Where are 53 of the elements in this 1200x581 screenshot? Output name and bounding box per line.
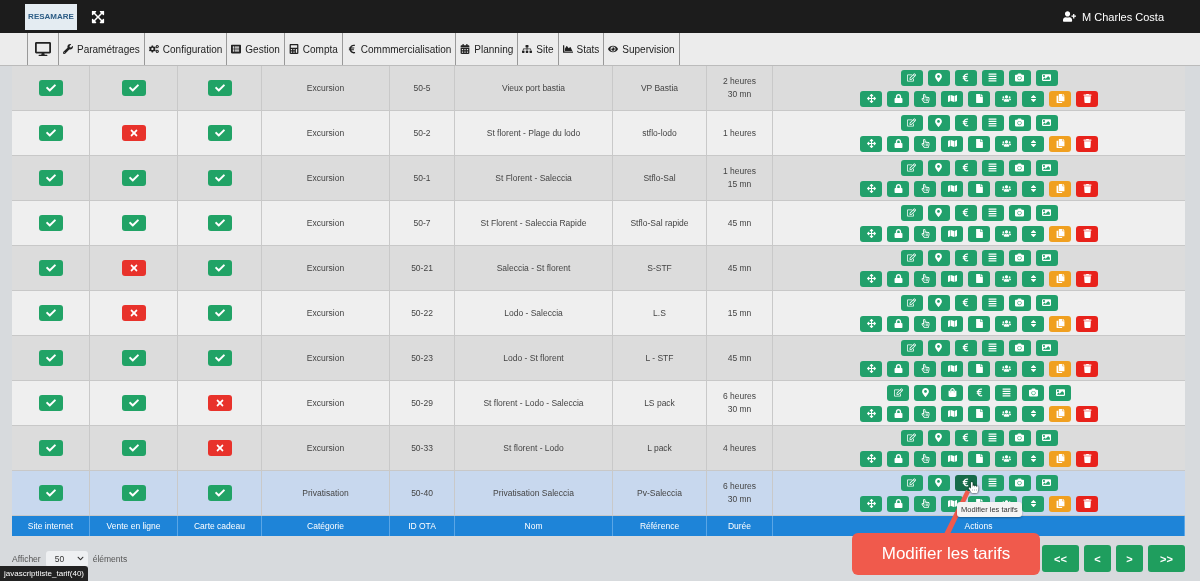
table-cell: Excursion — [306, 261, 345, 275]
table-cell: 50-7 — [413, 216, 431, 230]
table-cell: Saleccia - St florent — [496, 261, 571, 275]
table-cell: stflo-lodo — [642, 126, 677, 140]
items-label: éléments — [92, 553, 128, 564]
table-cell: LS pack — [644, 396, 675, 410]
show-label: Afficher — [12, 553, 41, 564]
table-cell: 1 heures 15 mn — [722, 165, 757, 191]
table-cell: 50-5 — [413, 81, 431, 95]
table-cell: Excursion — [306, 351, 345, 365]
table-cell: St florent - Plage du lodo — [486, 126, 581, 140]
table-cell: 50-33 — [411, 441, 433, 455]
table-cell: 45 mn — [727, 216, 752, 230]
table-cell: Excursion — [306, 81, 345, 95]
table-cell: Lodo - Saleccia — [504, 306, 563, 320]
table-cell: Excursion — [306, 396, 345, 410]
table-cell: L - STF — [645, 351, 674, 365]
table-cell: Excursion — [306, 171, 345, 185]
table-cell: Excursion — [306, 441, 345, 455]
table-cell: Stflo-Sal — [643, 171, 676, 185]
table-cell: Excursion — [306, 216, 345, 230]
table-cell: L.S — [653, 306, 666, 320]
table-cell: 45 mn — [727, 261, 752, 275]
table-cell: St Florent - Saleccia — [495, 171, 572, 185]
table-cell: 50-40 — [411, 486, 433, 500]
table-cell: Stflo-Sal rapide — [630, 216, 689, 230]
table-cell: Excursion — [306, 306, 345, 320]
table-cell: 50-21 — [411, 261, 433, 275]
table-cell: St florent - Lodo — [503, 441, 564, 455]
table-cell: 2 heures 30 mn — [722, 75, 757, 101]
table-cell: 4 heures — [722, 441, 757, 455]
table-cell: 50-22 — [411, 306, 433, 320]
table-cell: Privatisation — [302, 486, 349, 500]
table-cell: St Florent - Saleccia Rapide — [480, 216, 587, 230]
table-cell: Vieux port bastia — [501, 81, 566, 95]
table-cell: S-STF — [647, 261, 672, 275]
table-cell: 50-29 — [411, 396, 433, 410]
table-cell: VP Bastia — [640, 81, 679, 95]
table-cell: Lodo - St florent — [503, 351, 564, 365]
table-cell: 15 mn — [727, 306, 752, 320]
status-bar: javascriptliste_tarif(40) — [0, 566, 89, 581]
table-cell: 50-2 — [413, 126, 431, 140]
table-cell: 6 heures 30 mn — [722, 480, 757, 506]
table-cell: Pv-Saleccia — [637, 486, 682, 500]
table-cell: Excursion — [306, 126, 345, 140]
table-cell: 45 mn — [727, 351, 752, 365]
table-cell: 1 heures — [722, 126, 757, 140]
table-cell: 50-23 — [411, 351, 433, 365]
table-cell: St florent - Lodo - Saleccia — [483, 396, 584, 410]
table-cell: 6 heures 30 mn — [722, 390, 757, 416]
table-cell: Privatisation Saleccia — [493, 486, 574, 500]
table-cell: 50-1 — [413, 171, 431, 185]
table-cell: L pack — [647, 441, 672, 455]
